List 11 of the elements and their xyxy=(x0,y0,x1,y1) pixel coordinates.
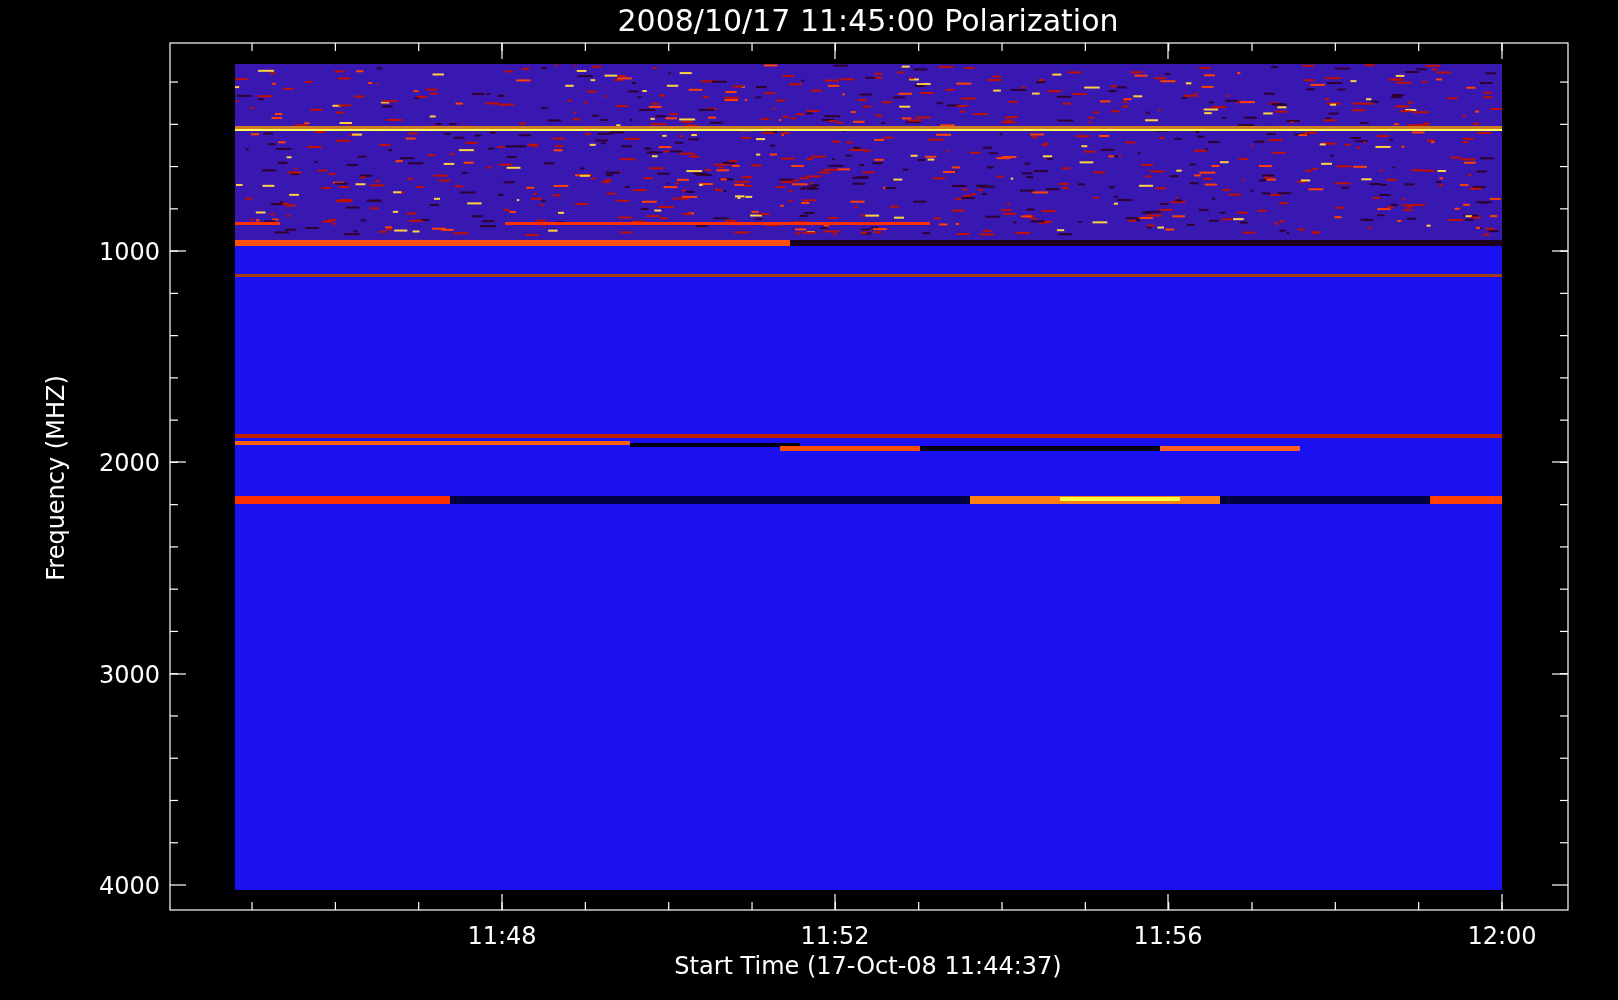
y-axis-label: Frequency (MHZ) xyxy=(42,375,70,581)
x-tick-label: 11:56 xyxy=(1133,922,1203,950)
y-tick-label: 4000 xyxy=(98,872,160,900)
x-tick-label: 11:52 xyxy=(800,922,870,950)
x-tick-label: 12:00 xyxy=(1467,922,1537,950)
chart-title: 2008/10/17 11:45:00 Polarization xyxy=(617,3,1119,38)
x-axis-label: Start Time (17-Oct-08 11:44:37) xyxy=(674,952,1062,980)
y-tick-label: 2000 xyxy=(98,449,160,477)
y-tick-label: 1000 xyxy=(98,238,160,266)
x-tick-label: 11:48 xyxy=(467,922,537,950)
y-tick-label: 3000 xyxy=(98,661,160,689)
